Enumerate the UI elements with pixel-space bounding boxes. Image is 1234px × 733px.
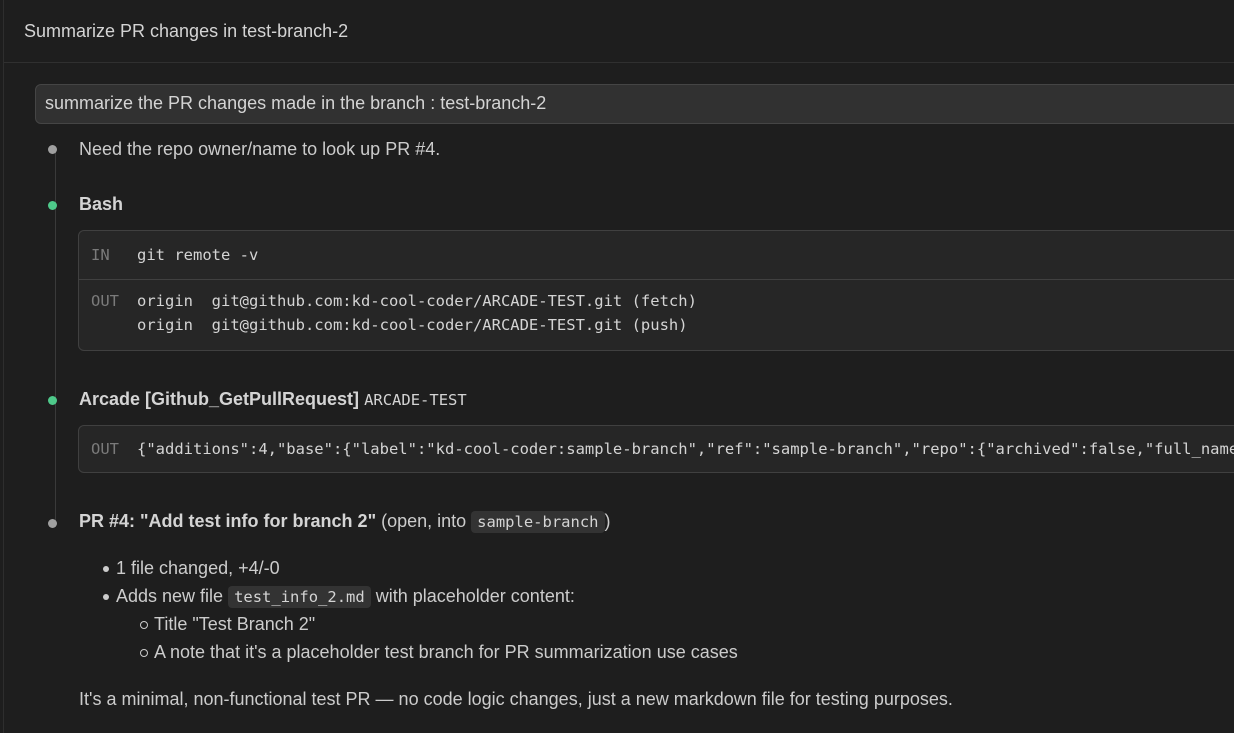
chat-header: Summarize PR changes in test-branch-2 — [4, 0, 1234, 63]
summary-heading-title: PR #4: "Add test info for branch 2" — [79, 511, 377, 531]
summary-conclusion: It's a minimal, non-functional test PR —… — [79, 689, 953, 709]
chat-panel: Summarize PR changes in test-branch-2 su… — [3, 0, 1234, 733]
summary-file-code: test_info_2.md — [228, 586, 371, 608]
step-arcade-title: Arcade [Github_GetPullRequest] — [79, 389, 360, 409]
arcade-output-row: OUT {"additions":4,"base":{"label":"kd-c… — [79, 426, 1234, 472]
bash-output-row: OUT origin git@github.com:kd-cool-coder/… — [79, 279, 1234, 350]
summary-heading-post: ) — [604, 511, 611, 531]
summary-heading: PR #4: "Add test info for branch 2" (ope… — [79, 511, 611, 533]
summary-base-branch-code: sample-branch — [471, 511, 605, 533]
bash-input-row: IN git remote -v — [79, 231, 1234, 279]
step-dot-note — [48, 145, 57, 154]
step-arcade-repo: ARCADE-TEST — [364, 391, 467, 409]
sub-bullet-dot-1 — [140, 621, 148, 629]
step-bash-title[interactable]: Bash — [79, 194, 123, 215]
chat-title: Summarize PR changes in test-branch-2 — [24, 21, 349, 41]
bash-out-tag: OUT — [91, 292, 119, 310]
step-note-text: Need the repo owner/name to look up PR #… — [79, 139, 441, 159]
bash-in-command: git remote -v — [137, 246, 259, 264]
user-prompt-text: summarize the PR changes made in the bra… — [45, 93, 547, 113]
summary-bullet-2-post: with placeholder content: — [370, 586, 575, 606]
bullet-dot-2 — [103, 594, 109, 600]
summary-bullet-2-pre: Adds new file — [116, 586, 229, 606]
arcade-code-block: OUT {"additions":4,"base":{"label":"kd-c… — [78, 425, 1234, 473]
summary-bullet-2: Adds new file test_info_2.md with placeh… — [116, 586, 575, 608]
summary-bullet-1: 1 file changed, +4/-0 — [116, 558, 280, 578]
user-prompt-box[interactable]: summarize the PR changes made in the bra… — [35, 84, 1234, 124]
sub-bullet-dot-2 — [140, 649, 148, 657]
step-arcade-header[interactable]: Arcade [Github_GetPullRequest] ARCADE-TE… — [79, 389, 467, 410]
summary-sub-bullet-1: Title "Test Branch 2" — [154, 614, 316, 634]
bullet-dot-1 — [103, 566, 109, 572]
bash-out-line-1: origin git@github.com:kd-cool-coder/ARCA… — [137, 292, 697, 310]
arcade-out-text: {"additions":4,"base":{"label":"kd-cool-… — [137, 440, 1234, 458]
step-dot-summary — [48, 519, 57, 528]
summary-sub-bullet-2: A note that it's a placeholder test bran… — [154, 642, 738, 662]
summary-heading-pre: (open, into — [376, 511, 472, 531]
arcade-out-tag: OUT — [91, 440, 119, 458]
step-dot-bash — [48, 201, 57, 210]
bash-out-line-2: origin git@github.com:kd-cool-coder/ARCA… — [137, 316, 688, 334]
bash-in-tag: IN — [91, 246, 110, 264]
step-dot-arcade — [48, 396, 57, 405]
bash-code-block: IN git remote -v OUT origin git@github.c… — [78, 230, 1234, 351]
